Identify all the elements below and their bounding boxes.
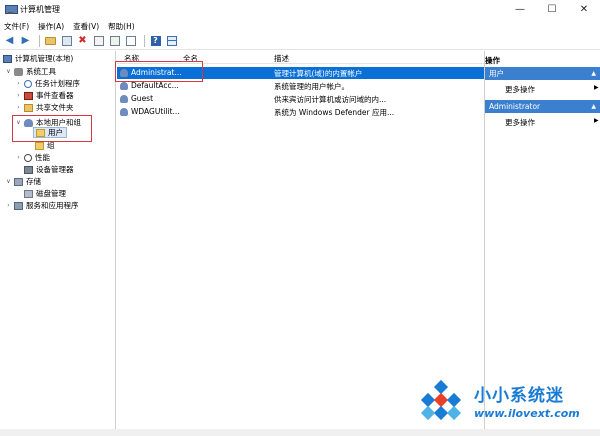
refresh-icon[interactable] [108, 35, 121, 48]
expand-arrow-icon[interactable]: › [15, 154, 22, 161]
minimize-button[interactable]: — [504, 0, 536, 19]
computer-management-icon [5, 4, 18, 15]
tree-item-device-manager[interactable]: 设备管理器 [24, 164, 74, 175]
menu-bar: 文件(F) 操作(A) 查看(V) 帮助(H) [0, 19, 600, 33]
collapse-arrow-icon[interactable]: ∨ [5, 178, 12, 185]
toolbar-divider [144, 35, 145, 47]
clock-icon [24, 79, 32, 88]
actions-title: 操作 [485, 56, 500, 65]
highlight-box-administrator [115, 61, 203, 82]
close-button[interactable]: ✕ [568, 0, 600, 19]
column-description[interactable]: 描述 [274, 53, 289, 64]
expand-arrow-icon[interactable]: › [15, 80, 22, 87]
tree-item-system-tools[interactable]: ∨ 系统工具 [5, 66, 56, 77]
menu-action[interactable]: 操作(A) [38, 21, 64, 32]
tree-item-task-scheduler[interactable]: › 任务计划程序 [15, 78, 80, 89]
tree-item-storage[interactable]: ∨ 存储 [5, 176, 41, 187]
window-controls: — ☐ ✕ [504, 0, 600, 19]
storage-icon [14, 177, 23, 186]
collapse-arrow-icon[interactable]: ∨ [5, 68, 12, 75]
submenu-arrow-icon: ▶ [594, 84, 599, 91]
list-item[interactable]: WDAGUtilit... 系统为 Windows Defender 应用... [117, 106, 484, 118]
tree-item-root[interactable]: 计算机管理(本地) [3, 53, 73, 64]
action-more-users[interactable]: 更多操作 ▶ [505, 84, 599, 95]
user-icon [120, 108, 128, 116]
collapse-up-icon[interactable]: ▲ [591, 103, 596, 110]
services-icon [14, 201, 23, 210]
show-hide-tree-icon[interactable] [60, 35, 73, 48]
toolbar: ◀ ▶ ✖ ? [0, 33, 600, 50]
list-item[interactable]: Guest 供来宾访问计算机或访问域的内... [117, 93, 484, 105]
menu-file[interactable]: 文件(F) [4, 21, 29, 32]
properties-icon[interactable] [92, 35, 105, 48]
event-log-icon [24, 91, 33, 100]
diamond-logo-icon [420, 379, 462, 421]
highlight-box-users [12, 115, 92, 142]
tree-item-disk-management[interactable]: 磁盘管理 [24, 188, 66, 199]
user-icon [120, 95, 128, 103]
tree-item-shared-folders[interactable]: › 共享文件夹 [15, 102, 73, 113]
user-icon [120, 82, 128, 90]
disk-icon [24, 189, 33, 198]
export-list-icon[interactable] [124, 35, 137, 48]
device-manager-icon [24, 165, 33, 174]
collapse-up-icon[interactable]: ▲ [591, 70, 596, 77]
expand-arrow-icon[interactable]: › [5, 202, 12, 209]
performance-icon [24, 153, 32, 162]
folder-icon [35, 141, 44, 150]
expand-arrow-icon[interactable]: › [15, 104, 22, 111]
submenu-arrow-icon: ▶ [594, 117, 599, 124]
maximize-button[interactable]: ☐ [536, 0, 568, 19]
window-title: 计算机管理 [20, 5, 60, 14]
menu-help[interactable]: 帮助(H) [108, 21, 135, 32]
shared-folder-icon [24, 103, 33, 112]
tree-item-performance[interactable]: › 性能 [15, 152, 50, 163]
delete-icon[interactable]: ✖ [76, 35, 89, 48]
tree-item-event-viewer[interactable]: › 事件查看器 [15, 90, 73, 101]
back-arrow-icon[interactable]: ◀ [3, 35, 16, 48]
computer-icon [3, 54, 12, 63]
menu-view[interactable]: 查看(V) [73, 21, 99, 32]
show-action-pane-icon[interactable] [165, 35, 178, 48]
tools-icon [14, 67, 23, 76]
watermark-title: 小小系统迷 [474, 386, 564, 406]
actions-section-users[interactable]: 用户 ▲ [485, 67, 600, 80]
forward-arrow-icon[interactable]: ▶ [19, 35, 32, 48]
tree-item-services-apps[interactable]: › 服务和应用程序 [5, 200, 78, 211]
expand-arrow-icon[interactable]: › [15, 92, 22, 99]
watermark-url: www.ilovext.com [474, 407, 580, 420]
help-icon[interactable]: ? [149, 35, 162, 48]
watermark: 小小系统迷 www.ilovext.com [410, 374, 600, 436]
up-folder-icon[interactable] [44, 35, 57, 48]
title-bar: 计算机管理 — ☐ ✕ [0, 0, 600, 19]
action-more-administrator[interactable]: 更多操作 ▶ [505, 117, 599, 128]
actions-section-administrator[interactable]: Administrator ▲ [485, 100, 600, 113]
toolbar-divider [39, 35, 40, 47]
